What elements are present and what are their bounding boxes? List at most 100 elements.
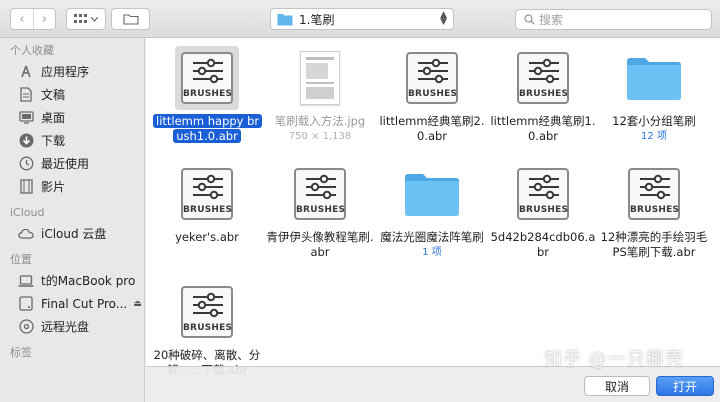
laptop-icon xyxy=(18,273,34,289)
sidebar-item-label: t的MacBook pro xyxy=(41,274,136,288)
search-field[interactable] xyxy=(515,9,712,30)
grid-icon xyxy=(74,14,87,23)
cloud-icon xyxy=(18,226,34,242)
search-input[interactable] xyxy=(539,12,699,27)
sidebar-section-title: 标签 xyxy=(10,346,32,359)
file-icon-wrap: BRUSHES xyxy=(400,46,464,110)
sidebar-item-label: 桌面 xyxy=(41,111,66,125)
file-item[interactable]: BRUSHES littlemm经典笔刷2.0.abr xyxy=(376,46,488,144)
sidebar-item[interactable]: 桌面 xyxy=(0,106,144,129)
path-label: 1.笔刷 xyxy=(299,12,335,27)
file-icon-wrap: BRUSHES xyxy=(175,162,239,226)
brush-file-icon: BRUSHES xyxy=(517,52,569,104)
bottom-bar: 取消 打开 xyxy=(146,366,720,402)
optical-disc-icon xyxy=(18,319,34,335)
brush-icon-label: BRUSHES xyxy=(296,205,346,215)
brush-icon-label: BRUSHES xyxy=(183,89,233,99)
file-name: littlemm happy brush1.0.abr xyxy=(151,114,263,144)
file-item[interactable]: BRUSHES littlemm经典笔刷1.0.abr xyxy=(487,46,599,144)
file-name: littlemm经典笔刷2.0.abr xyxy=(379,114,485,143)
folder-item[interactable]: 12套小分组笔刷 12 项 xyxy=(598,46,710,143)
search-icon xyxy=(524,14,535,25)
file-grid: BRUSHES littlemm happy brush1.0.abr 笔刷载入方法… xyxy=(146,38,720,402)
sidebar-item[interactable]: 最近使用 xyxy=(0,152,144,175)
file-icon-wrap xyxy=(622,46,686,110)
sidebar-item[interactable]: t的MacBook pro xyxy=(0,269,144,292)
brush-icon-label: BRUSHES xyxy=(183,205,233,215)
file-item[interactable]: 笔刷载入方法.jpg 750 × 1,138 xyxy=(264,46,376,143)
view-mode-button[interactable] xyxy=(66,8,106,30)
brush-icon-label: BRUSHES xyxy=(519,205,569,215)
sidebar-item[interactable]: iCloud 云盘 xyxy=(0,222,144,245)
file-item[interactable]: BRUSHES littlemm happy brush1.0.abr xyxy=(151,46,263,144)
sidebar-item-label: iCloud 云盘 xyxy=(41,227,107,241)
document-icon xyxy=(18,87,34,103)
file-item[interactable]: BRUSHES yeker's.abr xyxy=(151,162,263,245)
brush-file-icon: BRUSHES xyxy=(181,168,233,220)
file-item[interactable]: BRUSHES 12种漂亮的手绘羽毛PS笔刷下载.abr xyxy=(598,162,710,260)
nav-buttons: ‹ › xyxy=(10,8,56,30)
sidebar: 个人收藏应用程序文稿桌面下载最近使用影片 iCloud iCloud 云盘 位置 t的M… xyxy=(0,38,145,402)
brush-icon-label: BRUSHES xyxy=(408,89,458,99)
file-icon-wrap xyxy=(400,162,464,226)
brush-file-icon: BRUSHES xyxy=(517,168,569,220)
file-name-text: littlemm happy brush1.0.abr xyxy=(153,114,263,143)
folder-item[interactable]: 魔法光圈魔法阵笔刷 1 项 xyxy=(376,162,488,259)
chevron-left-icon: ‹ xyxy=(19,11,25,27)
file-item[interactable]: BRUSHES 5d42b284cdb06.abr xyxy=(487,162,599,260)
sidebar-item[interactable]: 文稿 xyxy=(0,83,144,106)
sidebar-item[interactable]: 影片 xyxy=(0,175,144,198)
image-thumbnail-icon xyxy=(300,51,340,105)
sidebar-item-label: 应用程序 xyxy=(41,65,90,79)
new-folder-icon xyxy=(122,14,139,25)
file-icon-wrap: BRUSHES xyxy=(175,46,239,110)
updown-chevron-icon: ▲ ▼ xyxy=(440,10,447,27)
file-icon-wrap: BRUSHES xyxy=(622,162,686,226)
sidebar-section-title: iCloud xyxy=(10,206,45,219)
disk-icon xyxy=(18,296,34,312)
file-meta: 1 项 xyxy=(422,247,442,258)
file-icon-wrap: BRUSHES xyxy=(511,162,575,226)
file-icon-wrap: BRUSHES xyxy=(175,280,239,344)
download-icon xyxy=(18,133,34,149)
sidebar-item[interactable]: 下载 xyxy=(0,129,144,152)
clock-icon xyxy=(18,156,34,172)
new-folder-button[interactable] xyxy=(111,8,150,30)
sidebar-section-title: 个人收藏 xyxy=(10,44,54,57)
brush-file-icon: BRUSHES xyxy=(406,52,458,104)
folder-icon xyxy=(277,13,293,25)
back-button[interactable]: ‹ xyxy=(11,9,33,29)
file-item[interactable]: BRUSHES 青伊伊头像教程笔刷.abr xyxy=(264,162,376,260)
brush-icon-label: BRUSHES xyxy=(519,89,569,99)
file-item[interactable]: BRUSHES20种破碎、离散、分解……下载.abr xyxy=(151,280,263,378)
sidebar-section-title: 位置 xyxy=(10,253,32,266)
sidebar-item-label: 影片 xyxy=(41,180,66,194)
brush-file-icon: BRUSHES xyxy=(181,52,233,104)
file-name: 青伊伊头像教程笔刷.abr xyxy=(266,230,374,259)
apps-icon xyxy=(18,64,34,80)
file-name: 12种漂亮的手绘羽毛PS笔刷下载.abr xyxy=(600,230,708,259)
sidebar-item[interactable]: 应用程序 xyxy=(0,60,144,83)
brush-file-icon: BRUSHES xyxy=(294,168,346,220)
open-button[interactable]: 打开 xyxy=(656,376,714,396)
film-icon xyxy=(18,179,34,195)
file-icon-wrap: BRUSHES xyxy=(288,162,352,226)
file-meta: 750 × 1,138 xyxy=(288,131,352,142)
chevron-right-icon: › xyxy=(41,11,48,27)
cancel-button[interactable]: 取消 xyxy=(584,376,650,396)
path-select[interactable]: 1.笔刷 ▲ ▼ xyxy=(270,8,454,30)
sidebar-item[interactable]: Final Cut Pro... ⏏ xyxy=(0,292,144,315)
file-name: 5d42b284cdb06.abr xyxy=(490,230,596,259)
file-name: 12套小分组笔刷 xyxy=(612,114,696,128)
sidebar-item-label: 下载 xyxy=(41,134,66,148)
forward-button[interactable]: › xyxy=(33,9,55,29)
chevron-down-icon xyxy=(91,16,98,22)
sidebar-item-label: 最近使用 xyxy=(41,157,90,171)
eject-icon[interactable]: ⏏ xyxy=(133,299,142,309)
file-name: 魔法光圈魔法阵笔刷 xyxy=(380,230,484,244)
sidebar-item[interactable]: 远程光盘 xyxy=(0,315,144,338)
brush-icon-label: BRUSHES xyxy=(630,205,680,215)
brush-icon-label: BRUSHES xyxy=(183,323,233,333)
file-icon-wrap: BRUSHES xyxy=(511,46,575,110)
folder-icon xyxy=(405,174,459,216)
